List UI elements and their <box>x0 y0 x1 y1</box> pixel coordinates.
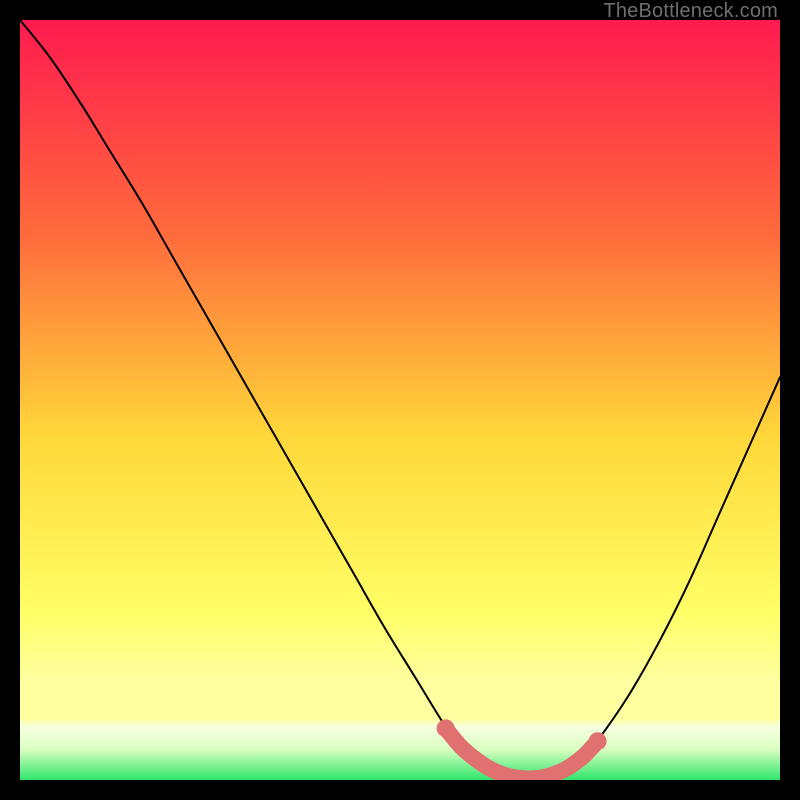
optimal-range-end <box>437 719 455 737</box>
optimal-range-end <box>589 732 607 750</box>
gradient-background <box>20 20 780 780</box>
chart-frame: TheBottleneck.com <box>0 0 800 800</box>
bottleneck-chart <box>20 20 780 780</box>
plot-area <box>20 20 780 780</box>
